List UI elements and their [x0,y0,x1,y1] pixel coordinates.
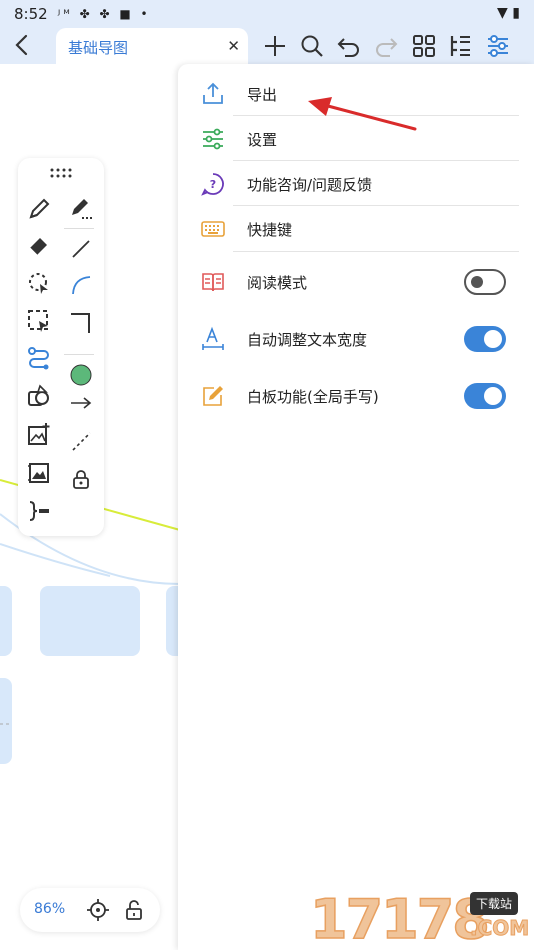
menu-item-label: 设置 [247,131,278,149]
top-bar: 基础导图 ✕ [0,28,534,64]
square-icon: ■ [119,7,134,21]
tab-title: 基础导图 [68,39,129,57]
zoom-percent[interactable]: 86% [34,901,65,917]
locate-icon[interactable] [86,898,110,922]
text-width-icon [202,326,224,350]
battery-icon: ▮ [512,5,520,21]
marker-icon[interactable] [68,196,94,222]
drag-handle-icon[interactable] [48,166,74,180]
menu-item-whiteboard: 白板功能(全局手写) [178,374,534,418]
corner-icon[interactable] [68,310,94,336]
keyboard-icon [201,221,225,237]
connector-icon[interactable] [26,346,52,372]
add-icon[interactable] [261,32,289,60]
pinwheel-icon: ✤ [99,7,113,21]
menu-item-label: 白板功能(全局手写) [247,388,379,406]
dot-icon: • [140,7,151,21]
toggle-knob [471,276,483,288]
book-icon [202,273,224,292]
color-swatch[interactable] [68,362,94,388]
menu-item-reading-mode: 阅读模式 [178,260,534,304]
menu-item-shortcuts[interactable]: 快捷键 [178,207,534,251]
annotation-arrow [308,97,417,131]
divider [233,160,519,161]
unlock-icon[interactable] [122,898,146,922]
auto-text-width-toggle[interactable] [464,326,506,352]
status-notification-icons: ᴶᴹ ✤ ✤ ■ • [58,7,151,21]
dashed-line-icon[interactable] [68,428,94,454]
menu-item-label: 功能咨询/问题反馈 [247,176,373,194]
arc-icon[interactable] [68,272,94,298]
drawing-toolbox [18,158,104,536]
settings-sliders-icon[interactable] [484,32,512,60]
menu-item-label: 阅读模式 [247,274,308,292]
watermark-badge: 下载站 [470,892,519,915]
grid-icon[interactable] [410,32,438,60]
undo-icon[interactable] [335,32,363,60]
mindmap-node[interactable] [0,678,12,764]
eraser-icon[interactable] [26,232,52,258]
mindmap-node[interactable] [40,586,140,656]
pinwheel-icon: ✤ [79,7,93,21]
reading-mode-toggle[interactable] [464,269,506,295]
menu-item-feedback[interactable]: ? 功能咨询/问题反馈 [178,162,534,206]
whiteboard-toggle[interactable] [464,383,506,409]
zoom-control: 86% [20,888,160,932]
wifi-icon: ▼ [497,5,508,21]
lasso-icon[interactable] [26,270,52,296]
divider [233,251,519,252]
help-icon: ? [201,173,224,196]
menu-item-label: 自动调整文本宽度 [247,331,368,349]
divider [233,205,519,206]
menu-item-label: 快捷键 [247,221,293,239]
toggle-knob [484,330,502,348]
watermark-number: 17178 [309,887,490,950]
shapes-icon[interactable] [26,384,52,410]
connector-line [0,543,111,577]
bracket-icon[interactable] [26,498,52,524]
watermark-domain: .COM [469,916,530,941]
image-add-icon[interactable] [26,422,52,448]
back-arrow-icon[interactable] [8,30,38,60]
status-bar: 8:52 ᴶᴹ ✤ ✤ ■ • ▼ ▮ [0,0,534,28]
status-time: 8:52 [14,5,48,23]
search-icon[interactable] [298,32,326,60]
export-icon [203,82,223,104]
menu-item-auto-text-width: 自动调整文本宽度 [178,317,534,361]
divider [64,228,94,229]
status-right-icons: ▼ ▮ [497,5,520,21]
mindmap-node[interactable] [0,586,12,656]
pen-icon[interactable] [26,196,52,222]
watermark-logo: 17178 下载站 .COM [309,887,530,950]
divider [64,354,94,355]
svg-text:?: ? [210,178,216,191]
line-icon[interactable] [68,236,94,262]
toggle-knob [484,387,502,405]
redo-icon[interactable] [372,32,400,60]
document-tab[interactable]: 基础导图 ✕ [56,28,248,64]
close-icon[interactable]: ✕ [227,37,240,55]
select-icon[interactable] [26,308,52,334]
menu-item-label: 导出 [247,86,278,104]
sliders-icon [203,128,223,150]
whiteboard-icon [203,386,223,406]
image-frame-icon[interactable] [26,460,52,486]
lock-icon[interactable] [68,466,94,492]
arrow-icon[interactable] [68,390,94,416]
outline-icon[interactable] [446,32,474,60]
jm-icon: ᴶᴹ [58,7,73,21]
side-menu: 导出 设置 ? 功能咨询/问题反馈 快捷键 阅读模式 自动调整文本宽度 白板功能… [178,64,534,950]
